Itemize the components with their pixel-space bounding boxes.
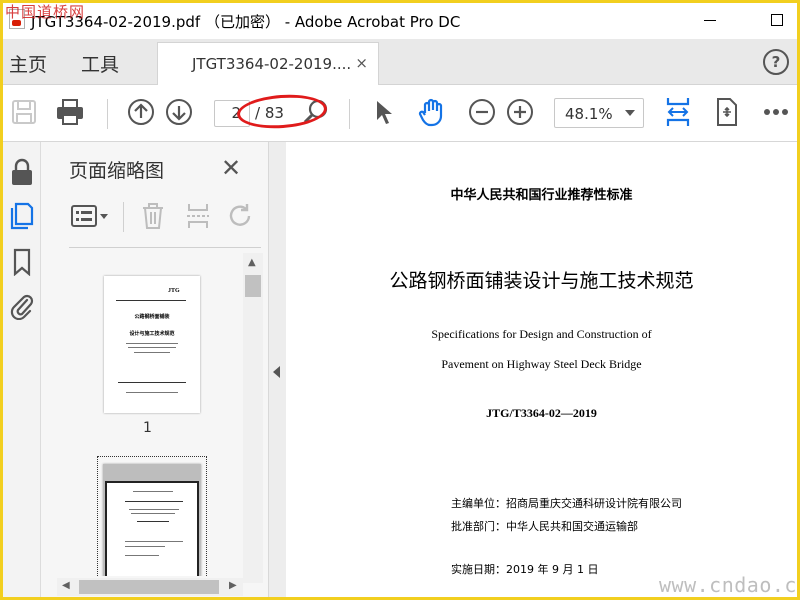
zoom-out-icon[interactable] (467, 97, 497, 127)
rotate-view-icon[interactable] (712, 97, 742, 127)
panel-divider (69, 247, 261, 248)
more-options-icon[interactable] (761, 97, 791, 127)
thumbnail-list: JTG 公路钢桥面铺装 设计与施工技术规范 1 (41, 258, 243, 576)
editor-unit-line: 主编单位：招商局重庆交通科研设计院有限公司 (451, 497, 682, 510)
save-icon[interactable] (9, 97, 39, 127)
screenshot-frame: JTGT3364-02-2019.pdf （已加密） - Adobe Acrob… (0, 0, 800, 600)
english-title-line-1: Specifications for Design and Constructi… (431, 327, 652, 341)
effective-date-line: 实施日期：2019 年 9 月 1 日 (451, 563, 599, 576)
bookmark-icon[interactable] (9, 248, 35, 276)
mini-jtg: JTG (168, 288, 180, 294)
lock-icon[interactable] (9, 158, 35, 186)
thumbnail-vertical-scrollbar[interactable]: ▲ (243, 253, 263, 583)
page-thumbnail-2[interactable] (103, 464, 201, 576)
toolbar: 2 / 83 48.1% (3, 85, 797, 142)
approver-line: 批准部门：中华人民共和国交通运输部 (451, 520, 638, 533)
zoom-value: 48.1% (565, 105, 613, 123)
watermark-bottom-right: www.cndao.com (659, 573, 797, 597)
attachment-icon[interactable] (9, 292, 35, 320)
title-bar: JTGT3364-02-2019.pdf （已加密） - Adobe Acrob… (3, 3, 797, 39)
print-icon[interactable] (55, 97, 85, 127)
hand-tool-icon[interactable] (417, 97, 447, 127)
delete-icon[interactable] (141, 202, 165, 234)
thumbnail-page-number: 1 (143, 420, 152, 436)
scrollbar-thumb[interactable] (245, 275, 261, 297)
page-thumbnails-icon[interactable] (9, 202, 35, 230)
help-icon[interactable]: ? (763, 49, 789, 75)
zoom-dropdown[interactable]: 48.1% (554, 98, 644, 128)
english-title-line-2: Pavement on Highway Steel Deck Bridge (441, 357, 642, 371)
document-page: 中华人民共和国行业推荐性标准 公路钢桥面铺装设计与施工技术规范 Specific… (286, 142, 797, 597)
rotate-page-icon[interactable] (227, 202, 255, 234)
options-menu-icon[interactable] (71, 204, 111, 232)
home-tab[interactable]: 主页 (9, 50, 47, 77)
maximize-button[interactable] (760, 7, 794, 33)
mini-subtitle: 设计与施工技术规范 (129, 331, 175, 337)
scroll-right-icon[interactable]: ▶ (229, 580, 237, 591)
watermark-top-left: 中国道桥网 (5, 3, 86, 21)
page-thumbnails-panel: 页面缩略图 ✕ JTG 公路钢桥面铺装 设计与施工技术规范 1 (41, 142, 269, 597)
select-cursor-icon[interactable] (369, 97, 399, 127)
standard-code: JTG/T3364-02—2019 (486, 406, 597, 420)
thumbnail-tools (69, 198, 259, 236)
chevron-down-icon (625, 110, 635, 116)
tools-tab[interactable]: 工具 (81, 50, 119, 77)
fit-width-icon[interactable] (663, 97, 693, 127)
scroll-left-icon[interactable]: ◀ (62, 580, 70, 591)
tools-divider (123, 202, 124, 232)
close-icon[interactable]: ✕ (221, 154, 241, 182)
extract-pages-icon[interactable] (185, 202, 211, 234)
collapse-panel-handle[interactable] (269, 142, 286, 597)
document-tab[interactable]: JTGT3364-02-2019.... × (157, 42, 379, 85)
scroll-up-icon[interactable]: ▲ (248, 257, 256, 268)
scrollbar-thumb[interactable] (79, 580, 219, 594)
tab-bar: 主页 工具 JTGT3364-02-2019.... × ? (3, 39, 797, 85)
document-tab-label: JTGT3364-02-2019.... (192, 55, 352, 73)
zoom-in-icon[interactable] (505, 97, 535, 127)
minimize-button[interactable] (693, 7, 727, 33)
close-tab-icon[interactable]: × (355, 54, 368, 72)
document-title: 公路钢桥面铺装设计与施工技术规范 (389, 270, 694, 292)
thumbnail-horizontal-scrollbar[interactable]: ◀ ▶ (57, 578, 243, 596)
page-thumbnail-1[interactable]: JTG 公路钢桥面铺装 设计与施工技术规范 (104, 276, 200, 413)
mini-title: 公路钢桥面铺装 (134, 314, 170, 320)
standard-type-line: 中华人民共和国行业推荐性标准 (450, 188, 633, 203)
left-navigation-rail (3, 142, 41, 597)
previous-page-icon[interactable] (126, 97, 156, 127)
panel-title: 页面缩略图 (69, 160, 165, 182)
collapse-arrow-icon (273, 366, 280, 378)
next-page-icon[interactable] (164, 97, 194, 127)
window-title: JTGT3364-02-2019.pdf （已加密） - Adobe Acrob… (31, 13, 461, 31)
